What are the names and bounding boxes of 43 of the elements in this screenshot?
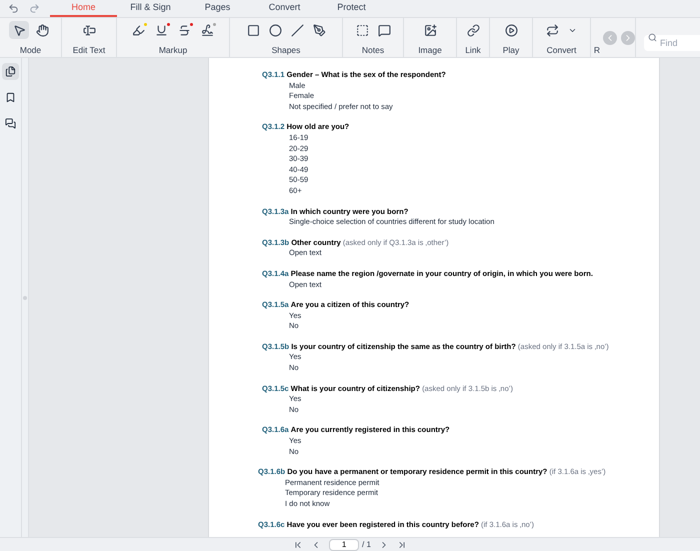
edit-text-icon <box>82 24 96 36</box>
pen-icon <box>312 24 326 36</box>
hand-icon <box>36 24 48 36</box>
page-total: / 1 <box>362 538 371 550</box>
ribbon-tab[interactable]: Convert <box>251 0 318 17</box>
ellipse-icon <box>268 24 282 36</box>
search-icon <box>648 33 657 42</box>
image-icon <box>424 24 436 36</box>
last-page-icon[interactable] <box>396 540 407 550</box>
text-box-icon <box>356 24 368 36</box>
undo-icon[interactable] <box>8 3 19 14</box>
comment-icon <box>378 24 390 36</box>
ribbon-tab[interactable]: Fill & Sign <box>117 0 184 17</box>
toolbar-group-label: Markup <box>158 46 188 54</box>
strikethrough-icon <box>178 24 191 36</box>
convert-icon <box>546 24 559 36</box>
comments-icon <box>5 118 16 129</box>
toolbar-group-label: Shapes <box>272 46 300 54</box>
search-field[interactable]: Find <box>644 34 700 50</box>
ribbon-tab[interactable]: Protect <box>318 0 385 17</box>
toolbar-group-label: R <box>594 46 600 54</box>
page-number-field[interactable]: 1 <box>329 538 360 550</box>
play-icon <box>504 24 518 36</box>
ribbon-tab[interactable]: Pages <box>184 0 251 17</box>
first-page-icon[interactable] <box>293 540 304 550</box>
pages-icon <box>5 66 16 77</box>
toolbar-group-label: Mode <box>20 46 42 54</box>
toolbar-group-label: Edit Text <box>72 46 106 54</box>
mode-tool-button[interactable] <box>9 21 29 39</box>
toolbar-group-label: Notes <box>362 46 384 54</box>
pointer-icon <box>12 24 26 36</box>
toolbar-group-label: Convert <box>546 46 576 54</box>
toolbar-group-label: Play <box>502 46 520 54</box>
link-icon <box>466 24 480 36</box>
signature-icon <box>201 24 214 36</box>
line-icon <box>290 24 304 36</box>
toolbar-group-label: Link <box>465 46 481 54</box>
rectangle-icon <box>246 24 260 36</box>
bookmark-icon <box>5 92 16 103</box>
toolbar-group-label: Image <box>418 46 442 54</box>
underline-icon <box>155 24 168 36</box>
highlighter-icon <box>132 24 145 36</box>
sidebar-button[interactable] <box>2 63 19 80</box>
